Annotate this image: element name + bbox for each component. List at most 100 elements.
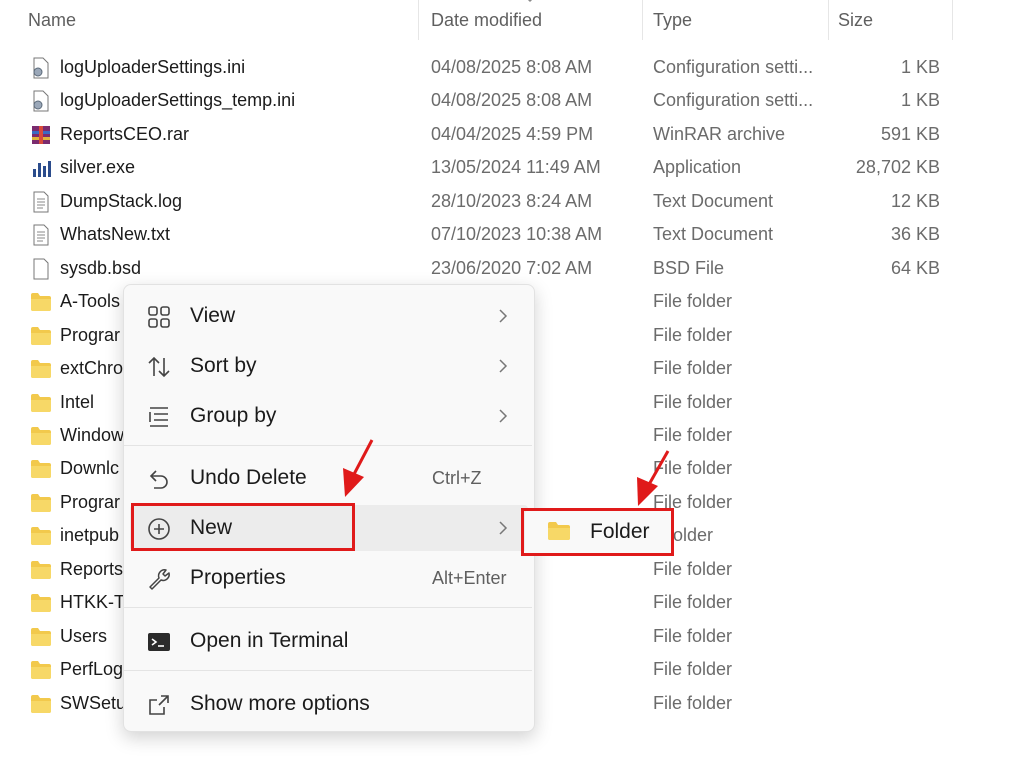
file-date-modified: 07/10/2023 10:38 AM — [431, 224, 603, 245]
folder-icon — [31, 594, 51, 613]
chevron-right-icon — [499, 309, 508, 323]
column-divider[interactable] — [642, 0, 643, 40]
column-header-name[interactable]: Name — [28, 0, 76, 40]
folder-icon — [31, 326, 51, 345]
column-header-size[interactable]: Size — [838, 0, 873, 40]
folder-icon — [31, 460, 51, 479]
file-row[interactable]: sysdb.bsd 23/06/2020 7:02 AM BSD File 64 KB — [0, 252, 1020, 285]
file-name: ReportsCEO.rar — [60, 123, 190, 144]
text-file-icon — [33, 191, 49, 213]
menu-item-properties[interactable]: Properties Alt+Enter — [130, 555, 528, 601]
column-divider[interactable] — [418, 0, 419, 40]
column-divider[interactable] — [828, 0, 829, 40]
file-type: File folder — [653, 659, 733, 680]
file-row[interactable]: DumpStack.log 28/10/2023 8:24 AM Text Docu… — [0, 185, 1020, 218]
folder-icon — [31, 293, 51, 312]
file-name: Intel — [60, 391, 95, 412]
file-name: logUploaderSettings_temp.ini — [60, 90, 296, 111]
menu-item-open-in-terminal[interactable]: Open in Terminal — [130, 618, 528, 664]
folder-icon — [31, 393, 51, 412]
wrench-icon — [149, 569, 170, 590]
file-size: 1 KB — [900, 57, 940, 77]
file-name: Users — [60, 625, 108, 646]
file-name: extChro — [60, 358, 124, 379]
application-icon — [33, 161, 51, 178]
column-header-date-modified[interactable]: Date modified — [431, 0, 542, 40]
file-name: SWSetu — [60, 692, 127, 713]
file-type: Text Document — [653, 190, 774, 211]
menu-divider — [124, 445, 532, 446]
menu-divider — [124, 607, 532, 608]
file-date-modified: 04/08/2025 8:08 AM — [431, 90, 593, 111]
file-name: WhatsNew.txt — [60, 224, 171, 245]
menu-item-sort-by[interactable]: Sort by — [130, 343, 528, 389]
file-size — [820, 285, 940, 318]
undo-icon — [149, 470, 168, 489]
folder-icon — [31, 527, 51, 546]
settings-file-icon — [33, 90, 49, 112]
file-size: 1 KB — [900, 90, 940, 111]
menu-divider — [124, 670, 532, 671]
file-date-modified: 23/06/2020 7:02 AM — [431, 257, 593, 278]
menu-item-label: Group by — [190, 404, 277, 427]
menu-item-label: Show more options — [190, 692, 370, 715]
file-date-modified: 04/08/2025 8:08 AM — [431, 57, 593, 77]
menu-item-shortcut: Alt+Enter — [432, 568, 507, 588]
file-row[interactable]: ReportsCEO.rar 04/04/2025 4:59 PM WinRAR a… — [0, 118, 1020, 151]
chevron-right-icon — [499, 521, 508, 535]
file-size: 28,702 KB — [855, 157, 940, 178]
file-type: Configuration setti... — [653, 90, 814, 111]
view-grid-icon — [148, 306, 170, 328]
file-type: File folder — [653, 558, 733, 579]
file-type: File folder — [653, 358, 733, 379]
file-type: File folder — [653, 391, 733, 412]
file-type: File folder — [653, 692, 733, 713]
chevron-right-icon — [499, 409, 508, 423]
chevron-right-icon — [499, 359, 508, 373]
file-type: BSD File — [653, 257, 725, 278]
file-row[interactable]: silver.exe 13/05/2024 11:49 AM Application… — [0, 151, 1020, 184]
file-row[interactable]: logUploaderSettings_temp.ini 04/08/2025 8… — [0, 84, 1020, 117]
column-header-type[interactable]: Type — [653, 0, 692, 40]
menu-item-show-more-options[interactable]: Show more options — [130, 681, 528, 727]
blank-file-icon — [33, 258, 49, 280]
menu-item-group-by[interactable]: Group by — [130, 393, 528, 439]
file-type: File folder — [653, 324, 733, 345]
file-type: Text Document — [653, 224, 774, 245]
file-name: HTKK-T — [60, 592, 125, 613]
file-name: A-Tools — [60, 291, 121, 312]
column-divider[interactable] — [952, 0, 953, 40]
menu-item-view[interactable]: View — [130, 293, 528, 339]
file-name: inetpub — [60, 525, 120, 546]
file-type: File folder — [653, 625, 733, 646]
file-size — [820, 653, 940, 686]
file-name: Prograr — [60, 491, 121, 512]
file-size — [820, 452, 940, 485]
folder-icon — [31, 661, 51, 680]
terminal-icon — [148, 633, 170, 651]
file-type: File folder — [653, 592, 733, 613]
file-name: DumpStack.log — [60, 190, 183, 211]
file-type: Application — [653, 157, 742, 178]
group-list-icon — [149, 407, 168, 427]
file-type: File folder — [653, 424, 733, 445]
file-type: File folder — [653, 458, 733, 479]
folder-icon — [31, 694, 51, 713]
file-size — [820, 319, 940, 352]
file-row[interactable]: WhatsNew.txt 07/10/2023 10:38 AM Text Docu… — [0, 218, 1020, 251]
file-size — [820, 352, 940, 385]
file-size: 591 KB — [880, 123, 940, 144]
file-type: WinRAR archive — [653, 123, 786, 144]
annotation-box-new — [131, 503, 355, 551]
text-file-icon — [33, 224, 49, 246]
sort-arrows-icon — [148, 356, 170, 378]
share-icon — [149, 695, 169, 715]
menu-item-undo-delete[interactable]: Undo Delete Ctrl+Z — [130, 455, 528, 501]
file-size — [820, 553, 940, 586]
file-row[interactable]: logUploaderSettings.ini 04/08/2025 8:08 A… — [0, 51, 1020, 84]
file-size — [820, 419, 940, 452]
file-size — [820, 586, 940, 619]
menu-item-shortcut: Ctrl+Z — [432, 468, 482, 488]
file-size — [820, 519, 940, 552]
annotation-box-folder — [521, 508, 674, 556]
